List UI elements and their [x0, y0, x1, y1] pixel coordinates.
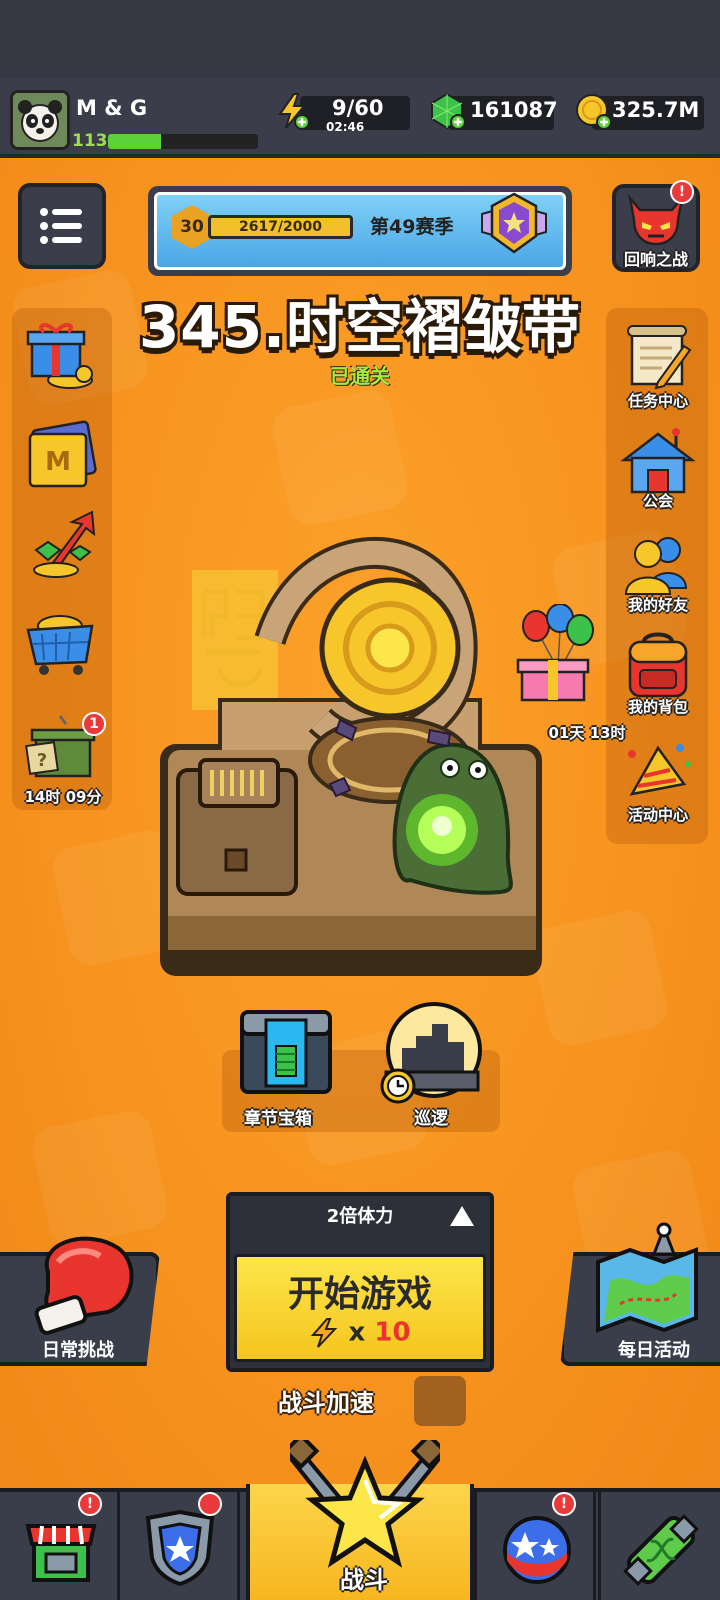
supply-crate-timer: 14时 09分	[24, 788, 102, 806]
panda-icon	[13, 93, 67, 147]
shop-cart-icon[interactable]	[22, 604, 102, 678]
patrol-label: 巡逻	[414, 1109, 448, 1129]
event-party-icon[interactable]	[618, 734, 698, 808]
nav-gacha-badge: !	[552, 1492, 576, 1516]
backpack-label: 我的背包	[627, 698, 688, 716]
shield-icon	[145, 1509, 215, 1587]
map-icon[interactable]	[590, 1222, 706, 1334]
friends-icon[interactable]	[618, 530, 698, 604]
start-game-button[interactable]: 开始游戏 x 10	[234, 1254, 486, 1362]
growth-icon[interactable]	[22, 508, 102, 582]
quest-center-label: 任务中心	[627, 392, 688, 410]
boxing-glove-icon[interactable]	[28, 1232, 140, 1336]
echo-battle-label: 回响之战	[623, 250, 688, 269]
season-progress-bar: 2617/2000	[208, 215, 353, 239]
daily-challenge-label: 日常挑战	[42, 1340, 114, 1361]
player-avatar[interactable]	[10, 90, 70, 150]
player-name: M & G	[76, 96, 148, 120]
coins-value: 325.7M	[612, 98, 700, 122]
patrol-icon[interactable]	[378, 1002, 486, 1106]
nav-shop[interactable]	[0, 1492, 120, 1600]
friends-label: 我的好友	[627, 596, 688, 614]
nav-gacha[interactable]	[474, 1492, 596, 1600]
cost-value: 10	[374, 1317, 411, 1348]
bottom-nav: 战斗	[0, 1440, 720, 1600]
nav-gear[interactable]	[120, 1492, 240, 1600]
gift-icon[interactable]	[22, 318, 102, 392]
echo-battle-badge: !	[670, 180, 694, 204]
nav-battle-label: 战斗	[340, 1566, 388, 1594]
start-game-label: 开始游戏	[287, 1274, 432, 1315]
start-cost: x 10	[237, 1317, 483, 1349]
energy-value: 9/60	[332, 96, 384, 120]
nav-shop-badge: !	[78, 1492, 102, 1516]
dna-tube-icon	[623, 1514, 699, 1586]
status-bar	[0, 0, 720, 78]
player-level: 113	[72, 131, 108, 151]
nav-evolve[interactable]	[598, 1492, 720, 1600]
m-card-icon[interactable]: M	[22, 418, 102, 492]
stage-illustration	[160, 536, 542, 976]
supply-crate-badge: 1	[82, 712, 106, 736]
nav-battle[interactable]: 战斗	[246, 1440, 474, 1600]
chapter-chest-icon[interactable]	[236, 1006, 336, 1098]
energy-timer: 02:46	[326, 120, 365, 134]
list-menu-icon	[40, 208, 82, 244]
event-center-label: 活动中心	[627, 806, 688, 824]
gacha-ball-icon	[503, 1516, 571, 1584]
quest-scroll-icon[interactable]	[618, 322, 698, 396]
daily-event-label: 每日活动	[618, 1340, 690, 1361]
energy-counter[interactable]: 9/60 02:46	[300, 96, 410, 134]
battle-speed-toggle[interactable]	[414, 1376, 466, 1426]
xp-bar-fill	[108, 134, 161, 149]
energy-bolt-icon	[311, 1318, 338, 1348]
battle-star-icon	[290, 1440, 440, 1568]
season-panel[interactable]: 30 2617/2000 第49赛季	[148, 186, 572, 276]
menu-button[interactable]	[18, 183, 106, 269]
coin-icon[interactable]	[574, 92, 612, 130]
svg-text:M: M	[45, 447, 71, 477]
shop-stall-icon	[25, 1524, 97, 1582]
start-game-panel: 2倍体力 开始游戏 x 10	[226, 1192, 494, 1372]
backpack-icon[interactable]	[618, 632, 698, 706]
svg-text:?: ?	[37, 750, 47, 771]
nav-gear-badge	[198, 1492, 222, 1516]
xp-bar	[108, 134, 258, 149]
battle-speed-label: 战斗加速	[278, 1389, 374, 1417]
cost-multiplier: x	[348, 1317, 366, 1348]
season-title: 第49赛季	[370, 216, 454, 238]
guild-label: 公会	[642, 492, 673, 510]
season-emblem-icon	[481, 192, 547, 254]
triangle-up-icon[interactable]	[448, 1204, 476, 1228]
energy-bolt-icon[interactable]	[274, 92, 312, 130]
chapter-chest-label: 章节宝箱	[244, 1109, 312, 1129]
gems-value: 161087	[470, 98, 558, 122]
gem-icon[interactable]	[428, 92, 466, 130]
